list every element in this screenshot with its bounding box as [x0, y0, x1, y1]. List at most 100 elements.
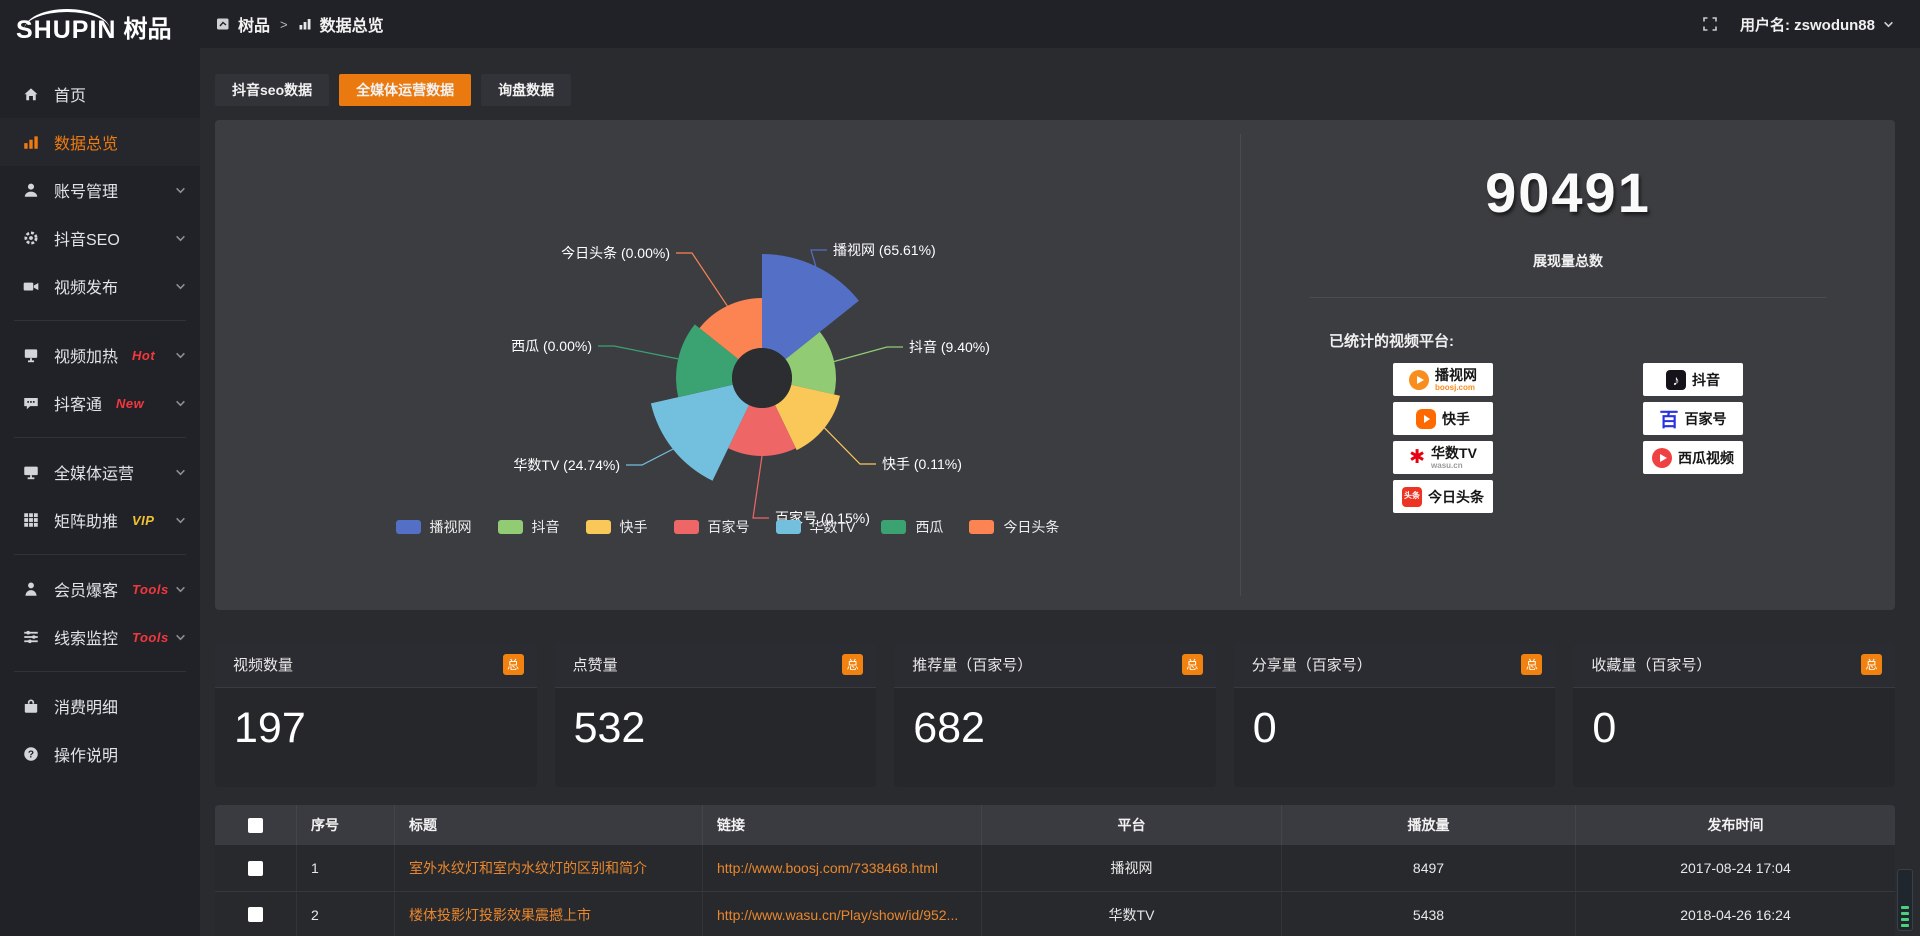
- total-badge: 总: [1182, 654, 1203, 675]
- breadcrumb-separator: >: [278, 17, 290, 32]
- chat-icon: [22, 394, 40, 412]
- sidebar-item-member-burst[interactable]: 会员爆客Tools: [0, 565, 200, 613]
- chart-panel: 播视网 (65.61%)抖音 (9.40%)快手 (0.11%)百家号 (0.1…: [215, 120, 1895, 610]
- legend-swatch: [881, 520, 906, 534]
- fullscreen-icon[interactable]: [1702, 16, 1718, 32]
- legend-label: 抖音: [532, 517, 560, 537]
- sidebar-divider: [14, 320, 186, 321]
- sidebar-item-video-heating[interactable]: 视频加热Hot: [0, 331, 200, 379]
- stat-card-value: 197: [215, 688, 537, 753]
- bar-chart-icon: [22, 133, 40, 151]
- cell-title[interactable]: 楼体投影灯投影效果震撼上市: [395, 892, 703, 936]
- breadcrumb-current[interactable]: 数据总览: [320, 12, 384, 36]
- sidebar-item-douyin-seo[interactable]: 抖音SEO: [0, 214, 200, 262]
- column-header-5: 发布时间: [1576, 805, 1895, 845]
- wallet-icon: [22, 697, 40, 715]
- legend-label: 西瓜: [915, 517, 943, 537]
- legend-swatch: [498, 520, 523, 534]
- cell-time: 2018-04-26 16:24: [1576, 892, 1895, 936]
- sidebar-nav: 首页数据总览账号管理抖音SEO 视频发布视频加热Hot抖客通New 全媒体运营矩阵助…: [0, 48, 200, 778]
- legend-item-今日头条[interactable]: 今日头条: [969, 517, 1059, 537]
- total-badge: 总: [842, 654, 863, 675]
- user-menu[interactable]: 用户名: zswodun88: [1740, 14, 1894, 35]
- sidebar-item-label: 线索监控: [54, 625, 118, 649]
- sidebar-item-matrix-boost[interactable]: 矩阵助推VIP: [0, 496, 200, 544]
- legend-item-西瓜[interactable]: 西瓜: [881, 517, 943, 537]
- platform-name: 今日头条: [1428, 490, 1484, 504]
- total-badge: 总: [1521, 654, 1542, 675]
- tab-inquiry-data[interactable]: 询盘数据: [481, 74, 571, 106]
- sidebar-item-label: 视频发布: [54, 274, 118, 298]
- cell-link[interactable]: http://www.boosj.com/7338468.html: [703, 845, 982, 891]
- row-checkbox[interactable]: [248, 861, 263, 876]
- legend-item-抖音[interactable]: 抖音: [498, 517, 560, 537]
- sidebar-item-account-management[interactable]: 账号管理: [0, 166, 200, 214]
- row-checkbox[interactable]: [248, 907, 263, 922]
- legend-swatch: [969, 520, 994, 534]
- column-header-0: 序号: [297, 805, 395, 845]
- kuaishou-logo-icon: [1416, 409, 1436, 429]
- bar-chart-icon: [298, 17, 312, 31]
- stat-card-title: 视频数量: [233, 654, 293, 675]
- legend-swatch: [396, 520, 421, 534]
- legend-label: 今日头条: [1003, 517, 1059, 537]
- sidebar-item-omni-media-operation[interactable]: 全媒体运营: [0, 448, 200, 496]
- sidebar-item-data-overview[interactable]: 数据总览: [0, 118, 200, 166]
- toutiao-logo-icon: 头条: [1402, 487, 1422, 507]
- sidebar-item-label: 抖客通: [54, 391, 102, 415]
- stat-card-3: 分享量（百家号）总0: [1234, 642, 1556, 787]
- grid-icon: [22, 511, 40, 529]
- sidebar-item-home[interactable]: 首页: [0, 70, 200, 118]
- total-impressions-value: 90491: [1241, 160, 1895, 225]
- stat-card-2: 推荐量（百家号）总682: [894, 642, 1216, 787]
- rose-chart-area: 播视网 (65.61%)抖音 (9.40%)快手 (0.11%)百家号 (0.1…: [215, 120, 1240, 610]
- cell-link[interactable]: http://www.wasu.cn/Play/show/id/952...: [703, 892, 982, 936]
- sidebar-item-label: 抖音SEO: [54, 226, 120, 250]
- cell-title[interactable]: 室外水纹灯和室内水纹灯的区别和简介: [395, 845, 703, 891]
- monitor-icon: [22, 346, 40, 364]
- breadcrumb-root[interactable]: 树品: [238, 12, 270, 36]
- legend-swatch: [586, 520, 611, 534]
- sidebar-item-operation-guide[interactable]: ?操作说明: [0, 730, 200, 778]
- label-leader-line: [753, 456, 769, 518]
- sidebar-item-lead-monitor[interactable]: 线索监控Tools: [0, 613, 200, 661]
- sidebar-item-video-publish[interactable]: 视频发布: [0, 262, 200, 310]
- stat-card-value: 532: [555, 688, 877, 753]
- legend-item-华数TV[interactable]: 华数TV: [776, 517, 856, 537]
- platform-name: 百家号: [1685, 412, 1727, 426]
- platform-chip-boosj: 播视网boosj.com: [1393, 363, 1493, 396]
- help-icon: ?: [22, 745, 40, 763]
- label-leader-line: [811, 250, 827, 266]
- legend-item-快手[interactable]: 快手: [586, 517, 648, 537]
- table-row: 1室外水纹灯和室内水纹灯的区别和简介http://www.boosj.com/7…: [215, 845, 1895, 891]
- legend-item-播视网[interactable]: 播视网: [396, 517, 472, 537]
- platform-chip-wasu-tv: ✱华数TVwasu.cn: [1393, 441, 1493, 474]
- sidebar-item-douketong[interactable]: 抖客通New: [0, 379, 200, 427]
- sidebar-item-consumption-detail[interactable]: 消费明细: [0, 682, 200, 730]
- stat-card-title: 分享量（百家号）: [1252, 654, 1372, 675]
- legend-label: 华数TV: [810, 517, 856, 537]
- stat-card-header: 分享量（百家号） 总: [1234, 642, 1556, 688]
- breadcrumb: 树品 > 数据总览: [216, 12, 384, 36]
- legend-label: 快手: [620, 517, 648, 537]
- sidebar-divider: [14, 671, 186, 672]
- chevron-down-icon: [175, 584, 186, 595]
- tab-douyin-seo-data[interactable]: 抖音seo数据: [215, 74, 329, 106]
- legend-item-百家号[interactable]: 百家号: [674, 517, 750, 537]
- tab-omni-media-data[interactable]: 全媒体运营数据: [339, 74, 471, 106]
- stat-cards-row: 视频数量总197点赞量总532推荐量（百家号）总682分享量（百家号）总0收藏量…: [215, 642, 1895, 787]
- floating-widget[interactable]: [1897, 869, 1913, 931]
- stat-card-title: 收藏量（百家号）: [1591, 654, 1711, 675]
- chevron-down-icon: [175, 185, 186, 196]
- baijiahao-logo-icon: 百: [1659, 405, 1678, 432]
- pie-label: 西瓜 (0.00%): [511, 338, 592, 354]
- app-logo[interactable]: SHUPIN 树品: [0, 0, 200, 48]
- platform-logo-grid: 播视网boosj.com♪抖音快手百百家号✱华数TVwasu.cn西瓜视频头条今…: [1241, 363, 1895, 513]
- top-header: 树品 > 数据总览 用户名: zswodun88: [200, 0, 1920, 48]
- xigua-logo-icon: [1652, 448, 1672, 468]
- select-all-checkbox[interactable]: [248, 818, 263, 833]
- pie-slice-华数TV[interactable]: [651, 385, 749, 481]
- pie-label: 快手 (0.11%): [882, 456, 962, 472]
- chevron-down-icon: [175, 398, 186, 409]
- platform-chip-xigua-video: 西瓜视频: [1643, 441, 1743, 474]
